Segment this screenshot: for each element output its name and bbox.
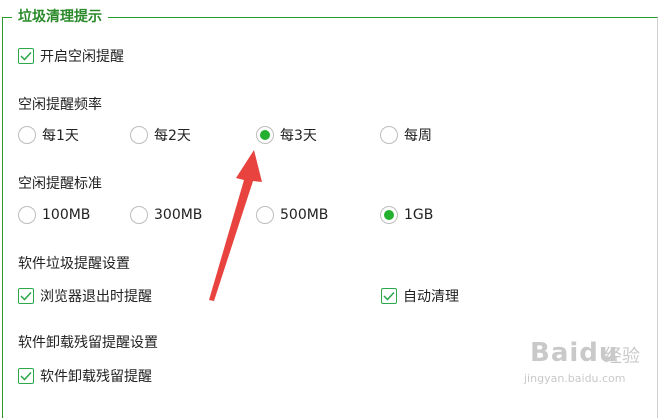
watermark-url: jingyan.baidu.com [524, 372, 626, 385]
watermark-cn: 经验 [604, 346, 640, 367]
baidu-watermark: Baidu 经验 jingyan.baidu.com [524, 328, 644, 388]
